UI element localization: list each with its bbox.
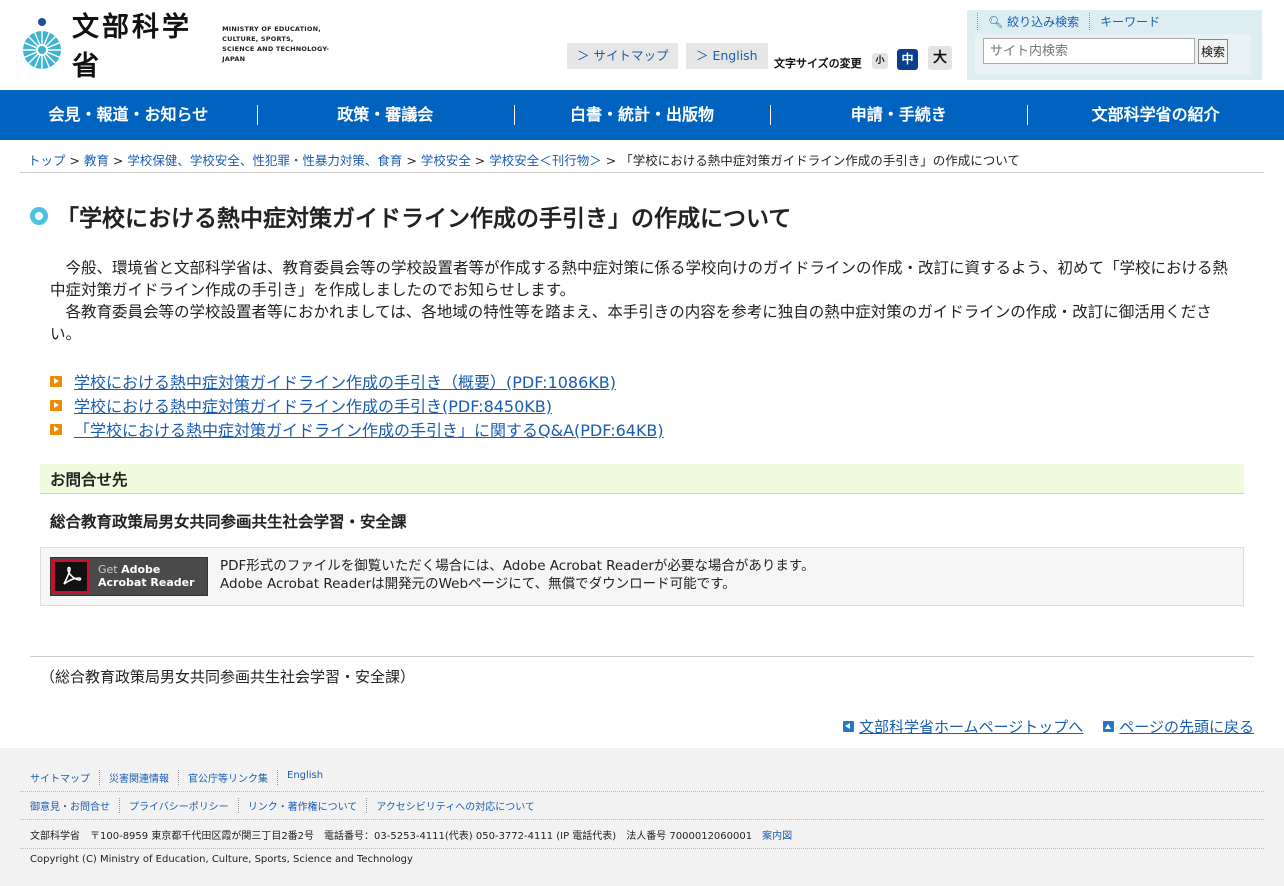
site-footer: サイトマップ 災害関連情報 官公庁等リンク集 English 御意見・お問合せ … xyxy=(0,748,1284,886)
footer-link[interactable]: 官公庁等リンク集 xyxy=(178,770,277,785)
footer-link[interactable]: 災害関連情報 xyxy=(99,770,178,785)
nav-publications[interactable]: 白書・統計・出版物 xyxy=(513,90,771,140)
footer-link[interactable]: リンク・著作権について xyxy=(237,798,367,813)
site-header: 文部科学省 MINISTRY OF EDUCATION, CULTURE, SP… xyxy=(0,0,1284,90)
title-bullet-icon xyxy=(30,207,48,225)
body-paragraph: 各教育委員会等の学校設置者等におかれましては、各地域の特性等を踏まえ、本手引きの… xyxy=(50,303,1212,343)
magnifier-icon: 🔍︎ xyxy=(988,15,1004,29)
arrow-bullet-icon xyxy=(50,399,62,411)
divider xyxy=(20,848,1264,849)
breadcrumb-link[interactable]: 学校安全＜刊行物＞ xyxy=(489,153,602,168)
arrow-left-icon xyxy=(843,721,855,732)
page-body: 今般、環境省と文部科学省は、教育委員会等の学校設置者等が作成する熱中症対策に係る… xyxy=(50,257,1240,345)
arrow-up-icon xyxy=(1103,721,1115,732)
copyright: Copyright (C) Ministry of Education, Cul… xyxy=(30,854,413,865)
responsible-department: （総合教育政策局男女共同参画共生社会学習・安全課） xyxy=(40,668,416,686)
nav-press[interactable]: 会見・報道・お知らせ xyxy=(0,90,257,140)
adobe-description: PDF形式のファイルを御覧いただく場合には、Adobe Acrobat Read… xyxy=(220,558,815,592)
english-button[interactable]: ＞ English xyxy=(686,43,768,69)
contact-department: 総合教育政策局男女共同参画共生社会学習・安全課 xyxy=(50,513,407,531)
pdf-link-guide[interactable]: 学校における熱中症対策ガイドライン作成の手引き(PDF:8450KB) xyxy=(74,393,552,417)
breadcrumb-link[interactable]: 学校保健、学校安全、性犯罪・性暴力対策、食育 xyxy=(127,153,402,168)
footer-link[interactable]: サイトマップ xyxy=(30,770,99,785)
footer-links-secondary: 御意見・お問合せ プライバシーポリシー リンク・著作権について アクセシビリティ… xyxy=(20,798,1264,813)
footer-link[interactable]: 御意見・お問合せ xyxy=(30,798,119,813)
adobe-pdf-icon xyxy=(52,559,90,594)
pdf-link-summary[interactable]: 学校における熱中症対策ガイドライン作成の手引き（概要）(PDF:1086KB) xyxy=(74,369,616,393)
site-logo[interactable]: 文部科学省 MINISTRY OF EDUCATION, CULTURE, SP… xyxy=(22,12,342,82)
search-panel: 🔍︎ 絞り込み検索 キーワード 検索 xyxy=(967,10,1262,80)
divider xyxy=(20,791,1264,792)
search-form: 検索 xyxy=(975,34,1251,74)
tab-filter-search[interactable]: 🔍︎ 絞り込み検索 xyxy=(977,13,1089,30)
divider xyxy=(20,172,1264,173)
footer-link[interactable]: プライバシーポリシー xyxy=(119,798,238,813)
sitemap-button[interactable]: ＞ サイトマップ xyxy=(567,43,679,69)
logo-name-jp: 文部科学省 xyxy=(72,12,192,82)
pdf-link-qa[interactable]: 「学校における熱中症対策ガイドライン作成の手引き」に関するQ&A(PDF:64K… xyxy=(74,417,664,441)
search-tabs: 🔍︎ 絞り込み検索 キーワード xyxy=(977,13,1170,30)
nav-applications[interactable]: 申請・手続き xyxy=(770,90,1027,140)
get-adobe-reader-button[interactable]: Get Adobe Acrobat Reader xyxy=(50,557,208,596)
breadcrumb-current: 「学校における熱中症対策ガイドライン作成の手引き」の作成について xyxy=(620,153,1020,168)
search-button[interactable]: 検索 xyxy=(1198,39,1228,64)
tab-keyword[interactable]: キーワード xyxy=(1089,13,1170,30)
back-to-top-link[interactable]: ページの先頭に戻る xyxy=(1103,716,1254,737)
breadcrumb-link[interactable]: 教育 xyxy=(84,153,109,168)
font-size-large-button[interactable]: 大 xyxy=(928,46,952,70)
arrow-bullet-icon xyxy=(50,423,62,435)
contact-heading: お問合せ先 xyxy=(40,464,1244,494)
breadcrumb-link[interactable]: トップ xyxy=(28,153,66,168)
breadcrumb-link[interactable]: 学校安全 xyxy=(421,153,471,168)
footer-links-primary: サイトマップ 災害関連情報 官公庁等リンク集 English xyxy=(20,770,1264,785)
adobe-reader-notice: Get Adobe Acrobat Reader PDF形式のファイルを御覧いた… xyxy=(40,547,1244,606)
nav-policy[interactable]: 政策・審議会 xyxy=(256,90,514,140)
list-item: 学校における熱中症対策ガイドライン作成の手引き（概要）(PDF:1086KB) xyxy=(50,369,664,393)
pdf-link-list: 学校における熱中症対策ガイドライン作成の手引き（概要）(PDF:1086KB) … xyxy=(50,369,664,441)
divider xyxy=(30,656,1254,657)
logo-name-en: MINISTRY OF EDUCATION, CULTURE, SPORTS, … xyxy=(222,25,330,63)
list-item: 学校における熱中症対策ガイドライン作成の手引き(PDF:8450KB) xyxy=(50,393,664,417)
divider xyxy=(20,819,1264,820)
search-input[interactable] xyxy=(983,38,1195,64)
page-nav-links: 文部科学省ホームページトップへ ページの先頭に戻る xyxy=(823,716,1254,737)
body-paragraph: 今般、環境省と文部科学省は、教育委員会等の学校設置者等が作成する熱中症対策に係る… xyxy=(50,259,1229,299)
font-size-label: 文字サイズの変更 xyxy=(774,57,862,70)
list-item: 「学校における熱中症対策ガイドライン作成の手引き」に関するQ&A(PDF:64K… xyxy=(50,417,664,441)
arrow-bullet-icon xyxy=(50,375,62,387)
font-size-medium-button[interactable]: 中 xyxy=(897,49,918,70)
map-link[interactable]: 案内図 xyxy=(762,831,792,842)
breadcrumb: トップ > 教育 > 学校保健、学校安全、性犯罪・性暴力対策、食育 > 学校安全… xyxy=(28,153,1020,168)
font-size-small-button[interactable]: 小 xyxy=(872,53,888,69)
footer-address: 文部科学省 〒100-8959 東京都千代田区霞が関三丁目2番2号 電話番号：0… xyxy=(30,831,793,842)
mext-emblem-icon xyxy=(22,18,62,70)
global-nav: 会見・報道・お知らせ 政策・審議会 白書・統計・出版物 申請・手続き 文部科学省… xyxy=(0,90,1284,140)
nav-about[interactable]: 文部科学省の紹介 xyxy=(1027,90,1284,140)
home-link[interactable]: 文部科学省ホームページトップへ xyxy=(843,716,1083,737)
footer-link[interactable]: English xyxy=(277,770,332,785)
page-title: 「学校における熱中症対策ガイドライン作成の手引き」の作成について xyxy=(56,206,792,232)
footer-link[interactable]: アクセシビリティへの対応について xyxy=(366,798,544,813)
